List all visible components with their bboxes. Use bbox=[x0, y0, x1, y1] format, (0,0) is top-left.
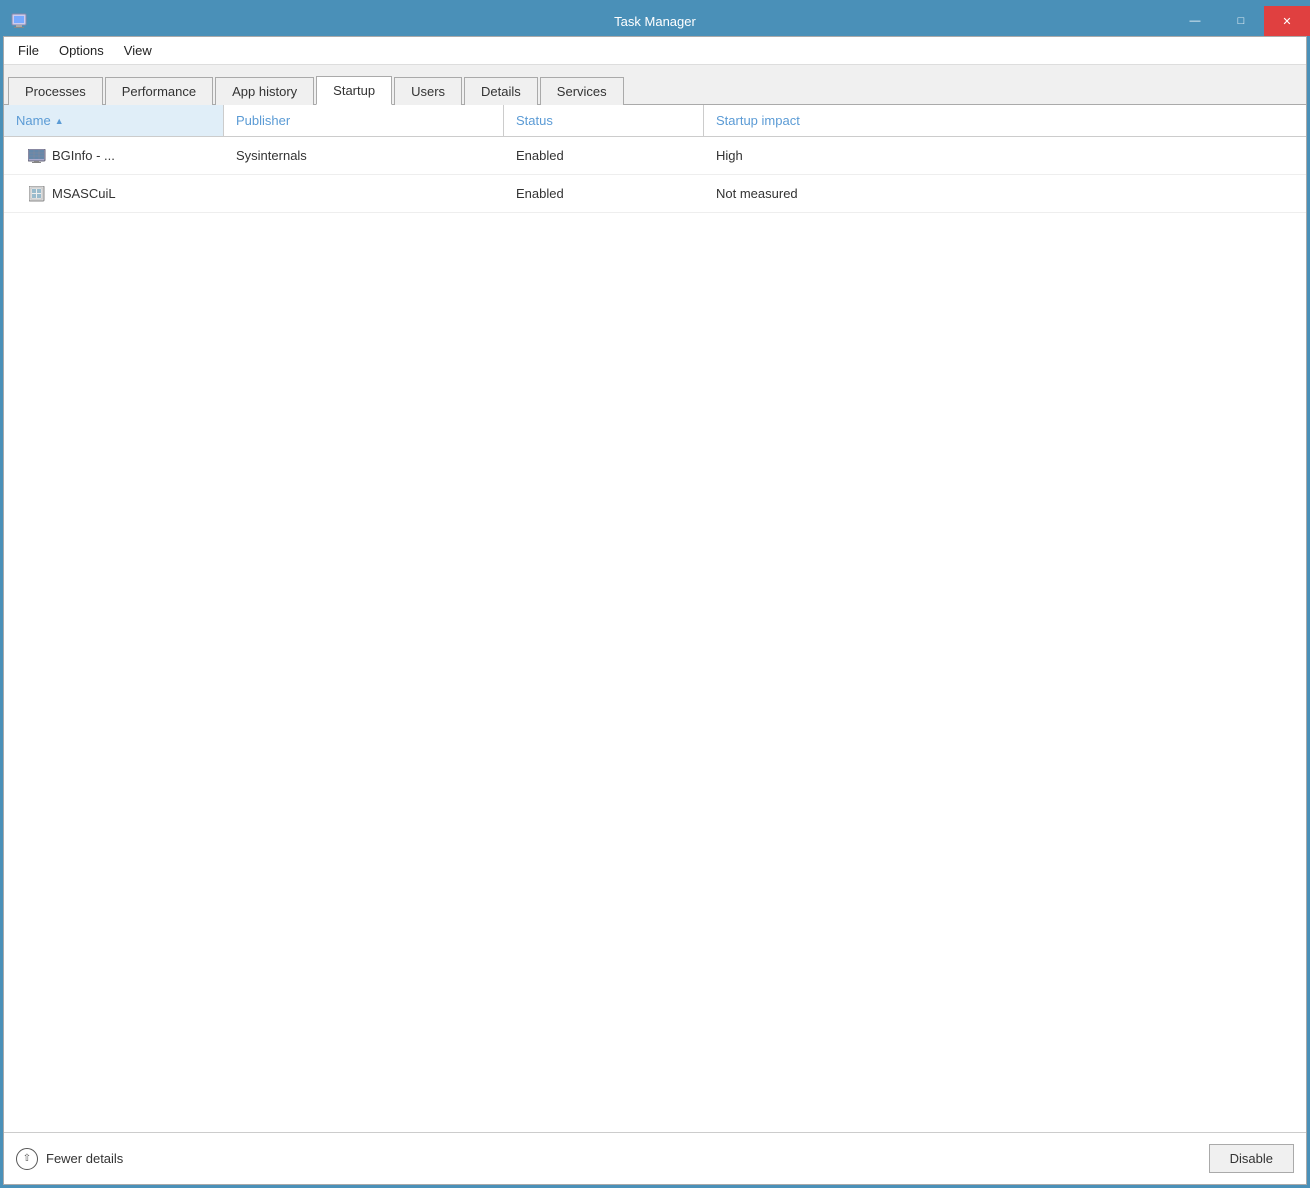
bginfo-icon bbox=[28, 147, 46, 165]
col-header-status[interactable]: Status bbox=[504, 105, 704, 136]
col-header-publisher[interactable]: Publisher bbox=[224, 105, 504, 136]
msas-icon bbox=[28, 185, 46, 203]
tab-details[interactable]: Details bbox=[464, 77, 538, 105]
title-text: Task Manager bbox=[0, 14, 1310, 29]
tab-processes[interactable]: Processes bbox=[8, 77, 103, 105]
main-window: File Options View Processes Performance … bbox=[3, 36, 1307, 1185]
table-row[interactable]: BGInfo - ... Sysinternals Enabled High bbox=[4, 137, 1306, 175]
row1-impact: High bbox=[716, 148, 743, 163]
row1-status: Enabled bbox=[516, 148, 564, 163]
sort-arrow-name: ▲ bbox=[55, 116, 64, 126]
col-status-label: Status bbox=[516, 113, 553, 128]
col-header-impact[interactable]: Startup impact bbox=[704, 105, 904, 136]
title-bar: Task Manager — □ ✕ bbox=[0, 0, 1310, 36]
title-bar-controls: — □ ✕ bbox=[1172, 6, 1310, 36]
tab-users[interactable]: Users bbox=[394, 77, 462, 105]
cell-publisher-1: Sysinternals bbox=[224, 140, 504, 171]
circle-up-icon: ⇧ bbox=[16, 1148, 38, 1170]
fewer-details-label: Fewer details bbox=[46, 1151, 123, 1166]
menu-options[interactable]: Options bbox=[49, 40, 114, 61]
title-bar-left bbox=[0, 11, 30, 31]
row2-impact: Not measured bbox=[716, 186, 798, 201]
cell-status-2: Enabled bbox=[504, 178, 704, 209]
cell-impact-1: High bbox=[704, 140, 904, 171]
table-row[interactable]: MSASCuiL Enabled Not measured bbox=[4, 175, 1306, 213]
fewer-details-button[interactable]: ⇧ Fewer details bbox=[16, 1148, 123, 1170]
maximize-button[interactable]: □ bbox=[1218, 6, 1264, 36]
tab-app-history[interactable]: App history bbox=[215, 77, 314, 105]
content-area: Name ▲ Publisher Status Startup impact bbox=[4, 105, 1306, 1132]
table-body: BGInfo - ... Sysinternals Enabled High bbox=[4, 137, 1306, 1132]
cell-impact-2: Not measured bbox=[704, 178, 904, 209]
minimize-button[interactable]: — bbox=[1172, 6, 1218, 36]
col-header-name[interactable]: Name ▲ bbox=[4, 105, 224, 136]
tabs-bar: Processes Performance App history Startu… bbox=[4, 65, 1306, 105]
col-name-label: Name bbox=[16, 113, 51, 128]
row2-status: Enabled bbox=[516, 186, 564, 201]
col-publisher-label: Publisher bbox=[236, 113, 290, 128]
app-icon bbox=[10, 11, 30, 31]
row1-publisher: Sysinternals bbox=[236, 148, 307, 163]
tab-services[interactable]: Services bbox=[540, 77, 624, 105]
menu-view[interactable]: View bbox=[114, 40, 162, 61]
row1-name: BGInfo - ... bbox=[52, 148, 115, 163]
row2-name: MSASCuiL bbox=[52, 186, 116, 201]
bottom-bar: ⇧ Fewer details Disable bbox=[4, 1132, 1306, 1184]
cell-name-2: MSASCuiL bbox=[4, 177, 224, 211]
col-impact-label: Startup impact bbox=[716, 113, 800, 128]
cell-status-1: Enabled bbox=[504, 140, 704, 171]
cell-name-1: BGInfo - ... bbox=[4, 139, 224, 173]
tab-startup[interactable]: Startup bbox=[316, 76, 392, 105]
menu-file[interactable]: File bbox=[8, 40, 49, 61]
close-button[interactable]: ✕ bbox=[1264, 6, 1310, 36]
menu-bar: File Options View bbox=[4, 37, 1306, 65]
tab-performance[interactable]: Performance bbox=[105, 77, 213, 105]
table-header: Name ▲ Publisher Status Startup impact bbox=[4, 105, 1306, 137]
cell-publisher-2 bbox=[224, 186, 504, 202]
disable-button[interactable]: Disable bbox=[1209, 1144, 1294, 1173]
